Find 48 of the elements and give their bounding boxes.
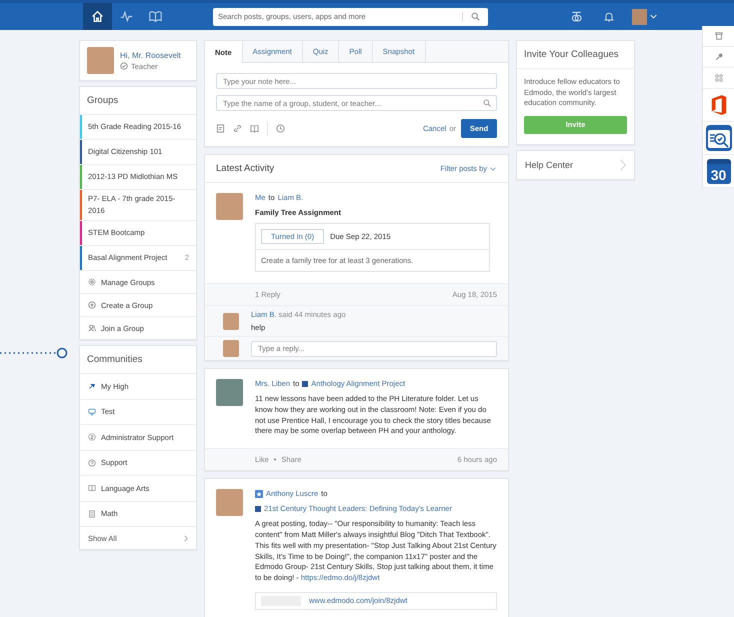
clock-icon[interactable] xyxy=(276,124,285,133)
photo-placeholder xyxy=(216,379,243,406)
group-icon xyxy=(302,380,308,386)
communities-heading: Communities xyxy=(80,346,196,374)
book-icon xyxy=(149,10,162,23)
group-icon xyxy=(255,506,261,512)
office-app-icon[interactable] xyxy=(710,94,728,116)
leader-line xyxy=(0,347,68,359)
calendar-app-icon[interactable]: 30 xyxy=(706,158,730,184)
chevron-right-icon xyxy=(184,534,188,542)
star-badge-icon xyxy=(255,490,263,498)
home-button[interactable] xyxy=(83,3,112,30)
pulse-icon xyxy=(120,10,133,23)
store-icon[interactable] xyxy=(714,32,722,40)
tag-icon xyxy=(88,408,96,416)
groups-heading: Groups xyxy=(80,87,196,115)
reply-author-photo xyxy=(223,312,239,330)
greeting-link[interactable]: Hi, Mr. Roosevelt xyxy=(120,50,181,60)
user-photo xyxy=(223,340,239,357)
activity-heading: Latest Activity xyxy=(216,163,274,174)
pin-icon xyxy=(88,382,96,390)
file-icon[interactable] xyxy=(216,124,225,133)
check-circle-icon xyxy=(120,62,128,70)
badge-icon xyxy=(88,433,96,442)
plus-circle-icon xyxy=(88,301,96,309)
help-center-link[interactable]: Help Center xyxy=(516,150,635,180)
author-photo xyxy=(216,489,243,516)
link-icon[interactable] xyxy=(233,124,242,133)
caret-icon[interactable] xyxy=(650,13,657,20)
library-icon[interactable] xyxy=(250,124,259,133)
caret-icon xyxy=(490,166,496,172)
search-icon xyxy=(462,12,480,21)
calculator-icon xyxy=(88,510,96,518)
profile-photo xyxy=(87,47,114,74)
quiz-app-icon[interactable] xyxy=(706,125,732,151)
author-photo xyxy=(216,193,243,220)
apps-grid-icon[interactable] xyxy=(714,74,722,82)
people-icon xyxy=(88,324,96,332)
help-icon xyxy=(88,458,96,467)
invite-heading: Invite Your Colleagues xyxy=(517,41,634,69)
wrench-icon[interactable] xyxy=(714,53,722,61)
search-icon xyxy=(483,99,491,107)
book-icon xyxy=(88,484,96,492)
home-icon xyxy=(91,10,104,23)
gear-icon xyxy=(88,278,96,286)
chevron-right-icon xyxy=(620,158,626,172)
badge-icon[interactable] xyxy=(570,10,583,23)
notification-bell-icon[interactable] xyxy=(603,10,615,22)
